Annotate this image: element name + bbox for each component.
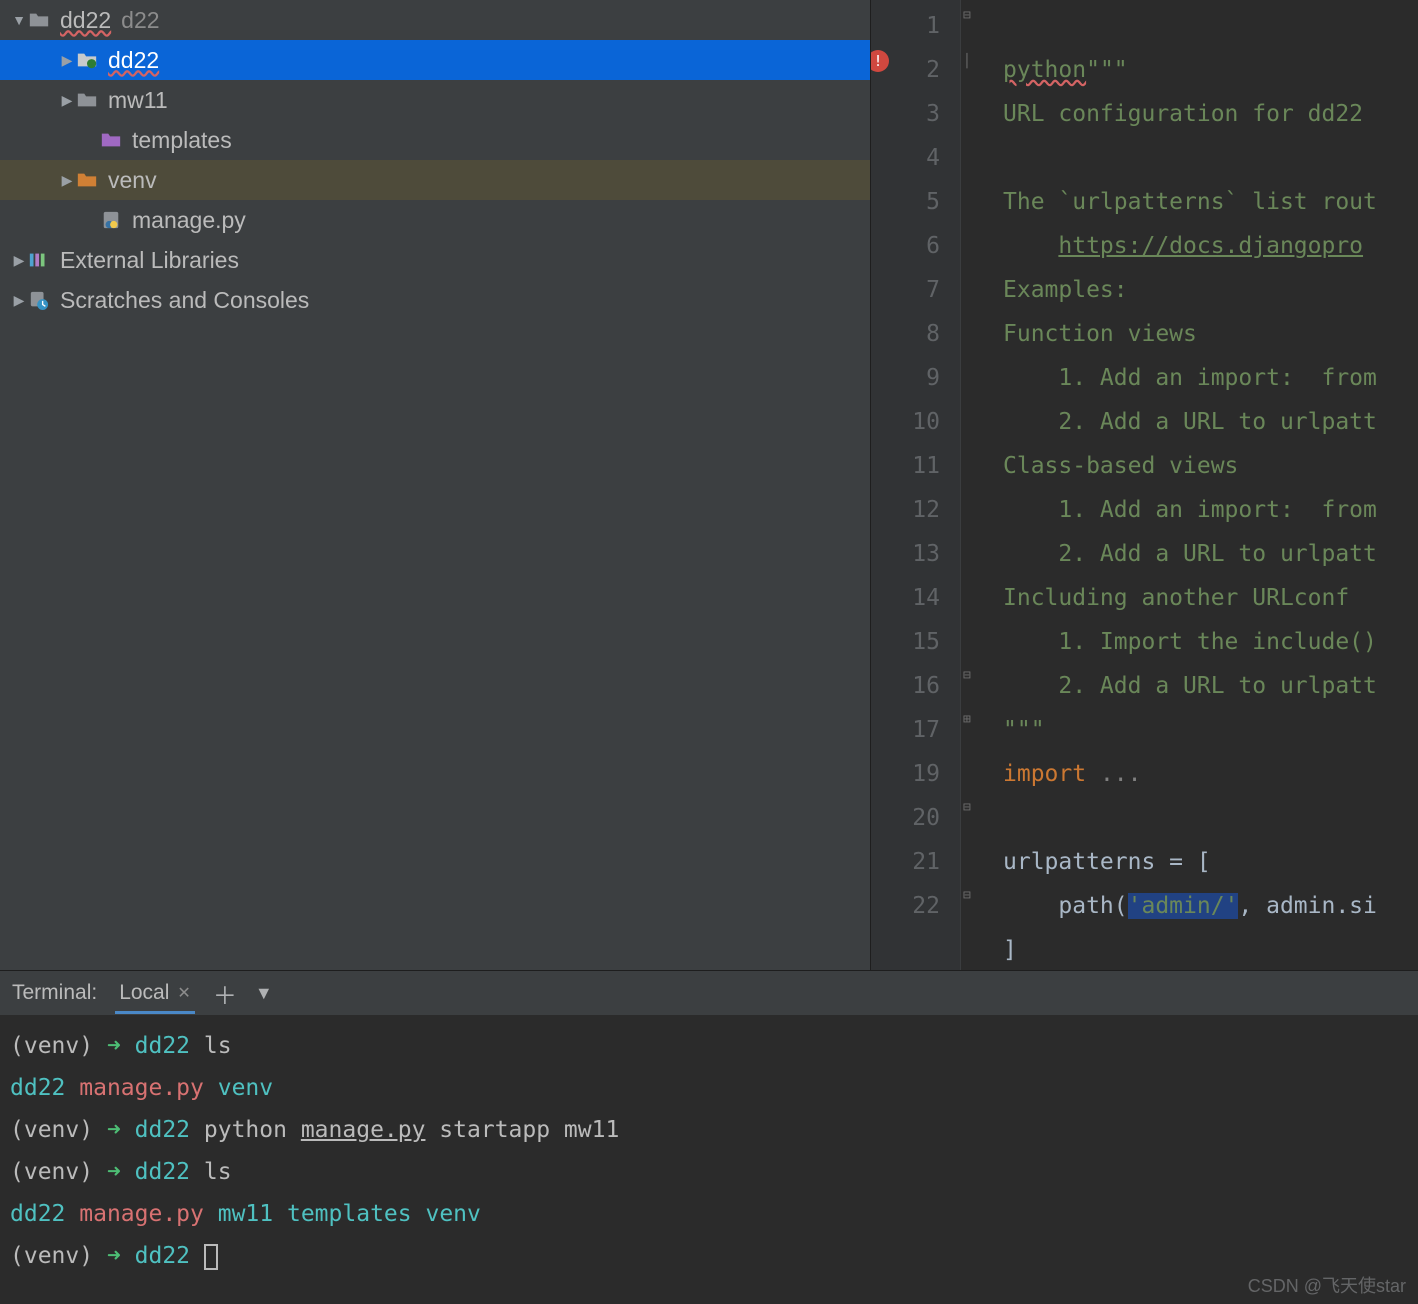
chevron-right-icon: ▶	[58, 172, 76, 189]
code-frag: 'admin/'	[1128, 893, 1239, 919]
terminal-line: (venv) ➜ dd22	[10, 1235, 1408, 1277]
terminal-panel[interactable]: Terminal: Local ✕ ＋ ▼ (venv) ➜ dd22 lsdd…	[0, 970, 1418, 1304]
tree-item-label: templates	[132, 127, 232, 154]
line-number: 13	[871, 532, 940, 576]
chevron-right-icon: ▶	[10, 252, 28, 269]
close-icon[interactable]: ✕	[177, 983, 190, 1003]
code-area[interactable]: python""" URL configuration for dd22 The…	[983, 0, 1418, 970]
file-py-icon	[100, 210, 122, 230]
fold-column: ⊟ │ ⊟ ⊞ ⊟ ⊟	[961, 0, 983, 970]
code-frag: path(	[1003, 893, 1128, 919]
code-frag: """	[1003, 717, 1045, 743]
terminal-title: Terminal:	[12, 981, 97, 1005]
libraries-icon	[28, 250, 50, 270]
code-frag: 2. Add a URL to urlpatt	[1003, 541, 1377, 567]
line-number: 16	[871, 664, 940, 708]
dir-icon	[76, 90, 98, 110]
line-number: 15	[871, 620, 940, 664]
code-frag: Examples:	[1003, 277, 1128, 303]
scratches-and-consoles[interactable]: ▶ Scratches and Consoles	[0, 280, 870, 320]
chevron-down-icon: ▼	[10, 12, 28, 28]
dir-orange-icon	[76, 170, 98, 190]
terminal-body[interactable]: (venv) ➜ dd22 lsdd22 manage.py venv(venv…	[0, 1015, 1418, 1277]
code-frag: ...	[1100, 761, 1142, 787]
project-tree[interactable]: ▼ dd22 d22 ▶ dd22 ▶ mw11 templates ▶ venv manag…	[0, 0, 870, 970]
line-number: 17	[871, 708, 940, 752]
tree-item-dd22[interactable]: ▶ dd22	[0, 40, 870, 80]
line-number: 14	[871, 576, 940, 620]
code-frag: Including another URLconf	[1003, 585, 1349, 611]
scratches-icon	[28, 290, 50, 310]
code-frag: """	[1086, 57, 1128, 83]
chevron-right-icon: ▶	[10, 292, 28, 309]
folder-icon	[28, 10, 50, 30]
external-label: External Libraries	[60, 247, 239, 274]
new-session-button[interactable]: ＋	[213, 976, 237, 1011]
gutter: ! 123456789101112131415161719202122	[871, 0, 961, 970]
code-frag: 2. Add a URL to urlpatt	[1003, 409, 1377, 435]
line-number: 5	[871, 180, 940, 224]
line-number: 3	[871, 92, 940, 136]
line-number: 12	[871, 488, 940, 532]
chevron-right-icon: ▶	[58, 52, 76, 69]
line-number: 10	[871, 400, 940, 444]
code-frag: Function views	[1003, 321, 1197, 347]
terminal-line: (venv) ➜ dd22 ls	[10, 1025, 1408, 1067]
tree-root[interactable]: ▼ dd22 d22	[0, 0, 870, 40]
tree-item-templates[interactable]: templates	[0, 120, 870, 160]
terminal-line: (venv) ➜ dd22 python manage.py startapp …	[10, 1109, 1408, 1151]
terminal-line: dd22 manage.py mw11 templates venv	[10, 1193, 1408, 1235]
code-editor[interactable]: ! 123456789101112131415161719202122 ⊟ │ …	[870, 0, 1418, 970]
tree-item-venv[interactable]: ▶ venv	[0, 160, 870, 200]
tree-item-mw11[interactable]: ▶ mw11	[0, 80, 870, 120]
dropdown-icon[interactable]: ▼	[255, 983, 273, 1004]
root-suffix: d22	[121, 7, 159, 34]
terminal-line: dd22 manage.py venv	[10, 1067, 1408, 1109]
line-number: 22	[871, 884, 940, 928]
code-frag: 1. Add an import: from	[1003, 365, 1377, 391]
cursor	[204, 1244, 218, 1270]
tree-item-label: venv	[108, 167, 157, 194]
external-libraries[interactable]: ▶ External Libraries	[0, 240, 870, 280]
tree-item-label: manage.py	[132, 207, 246, 234]
line-number: 19	[871, 752, 940, 796]
line-number: 6	[871, 224, 940, 268]
watermark: CSDN @飞天使star	[1248, 1272, 1406, 1298]
line-number: 21	[871, 840, 940, 884]
code-frag: URL configuration for dd22	[1003, 101, 1377, 127]
code-frag: urlpatterns = [	[1003, 849, 1211, 875]
code-frag: ]	[1003, 937, 1017, 963]
line-number: 4	[871, 136, 940, 180]
code-frag: python	[1003, 57, 1086, 83]
terminal-tab-local[interactable]: Local ✕	[115, 973, 195, 1014]
terminal-line: (venv) ➜ dd22 ls	[10, 1151, 1408, 1193]
terminal-tab-bar: Terminal: Local ✕ ＋ ▼	[0, 971, 1418, 1015]
code-frag: https://docs.djangopro	[1058, 233, 1363, 259]
code-frag: 2. Add a URL to urlpatt	[1003, 673, 1377, 699]
tree-item-manage-py[interactable]: manage.py	[0, 200, 870, 240]
tree-item-label: mw11	[108, 87, 168, 114]
code-frag: 1. Add an import: from	[1003, 497, 1377, 523]
chevron-right-icon: ▶	[58, 92, 76, 109]
line-number: 11	[871, 444, 940, 488]
line-number: 7	[871, 268, 940, 312]
scratches-label: Scratches and Consoles	[60, 287, 309, 314]
line-number: 9	[871, 356, 940, 400]
tab-label: Local	[119, 981, 169, 1005]
code-frag: , admin.si	[1238, 893, 1376, 919]
code-frag: Class-based views	[1003, 453, 1238, 479]
dir-django-sel-icon	[76, 50, 98, 70]
code-frag: The `urlpatterns` list rout	[1003, 189, 1377, 215]
tree-item-label: dd22	[108, 47, 159, 74]
line-number: 20	[871, 796, 940, 840]
dir-purple-icon	[100, 130, 122, 150]
code-frag: import	[1003, 761, 1100, 787]
line-number: 8	[871, 312, 940, 356]
code-frag: 1. Import the include()	[1003, 629, 1377, 655]
root-name: dd22	[60, 7, 111, 34]
